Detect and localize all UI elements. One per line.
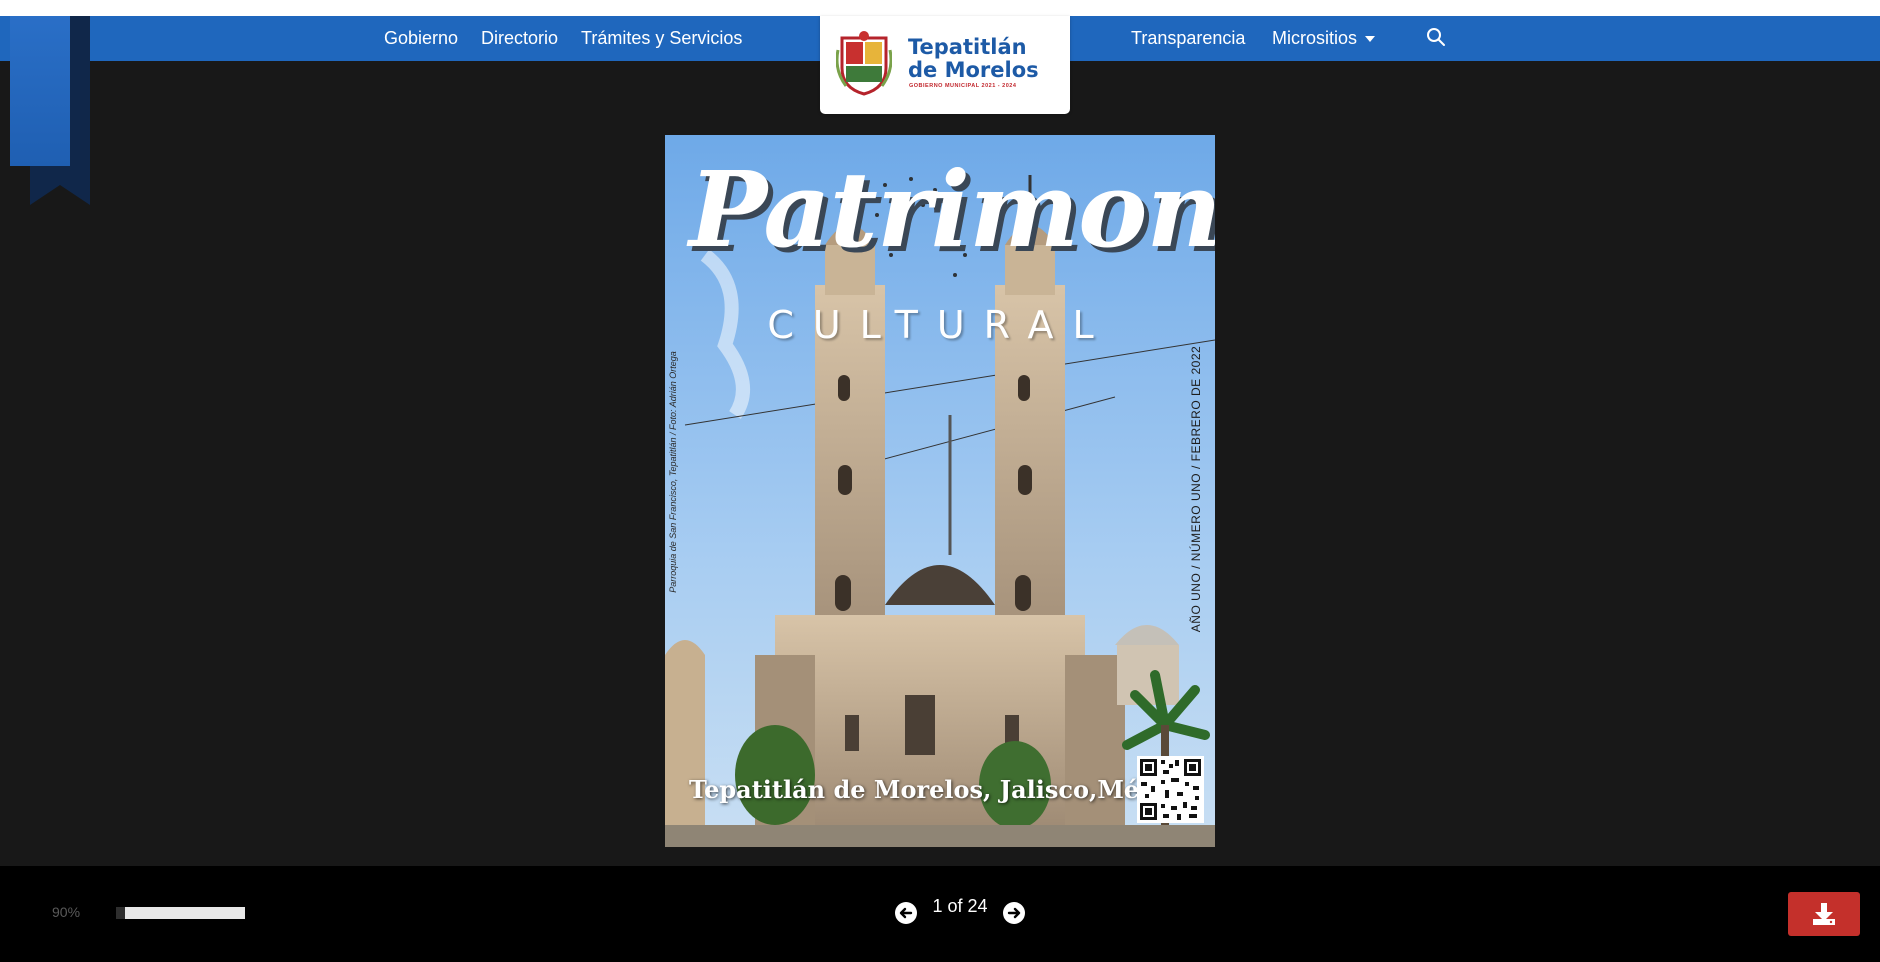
- cover-subtitle: CULTURAL: [767, 303, 1113, 347]
- ribbon-tip: [30, 185, 90, 205]
- cover-title: Patrimonio: [689, 148, 1215, 271]
- search-icon[interactable]: [1426, 27, 1446, 47]
- coat-of-arms-icon: [836, 31, 892, 96]
- logo-subtitle: GOBIERNO MUNICIPAL 2021 - 2024: [909, 83, 1017, 89]
- nav-link-gobierno[interactable]: Gobierno: [384, 16, 458, 61]
- ribbon-bookmark: [10, 16, 70, 166]
- zoom-level-label: 90%: [52, 904, 81, 920]
- arrow-right-circle-icon[interactable]: [1002, 901, 1026, 925]
- top-strip: [0, 0, 1880, 16]
- chevron-down-icon: [1365, 36, 1376, 43]
- cover-location: Tepatitlán de Morelos, Jalisco,México: [689, 775, 1194, 804]
- logo-line-2: de Morelos: [908, 58, 1039, 82]
- logo-wordmark: Tepatitlán de Morelos: [908, 36, 1058, 82]
- site-logo[interactable]: Tepatitlán de Morelos GOBIERNO MUNICIPAL…: [820, 16, 1070, 114]
- download-icon: [1813, 903, 1835, 925]
- nav-link-transparencia[interactable]: Transparencia: [1131, 16, 1245, 61]
- zoom-slider[interactable]: [116, 907, 245, 919]
- cover-photo-credit: Parroquia de San Francisco, Tepatitlán /…: [668, 351, 678, 593]
- cover-issue-info: AÑO UNO / NÚMERO UNO / FEBRERO DE 2022: [1189, 345, 1203, 633]
- magazine-cover-page: Patrimonio CULTURAL AÑO UNO / NÚMERO UNO…: [665, 135, 1215, 847]
- nav-link-tramites[interactable]: Trámites y Servicios: [581, 16, 742, 61]
- qr-code-icon: [1137, 756, 1204, 823]
- nav-dropdown-label: Micrositios: [1272, 28, 1358, 48]
- zoom-slider-track-fill: [125, 907, 245, 919]
- arrow-left-circle-icon[interactable]: [894, 901, 918, 925]
- logo-line-1: Tepatitlán: [908, 35, 1027, 59]
- nav-link-directorio[interactable]: Directorio: [481, 16, 558, 61]
- page-indicator: 1 of 24: [932, 896, 988, 916]
- download-button[interactable]: [1788, 892, 1860, 936]
- nav-dropdown-micrositios[interactable]: Micrositios: [1272, 16, 1376, 61]
